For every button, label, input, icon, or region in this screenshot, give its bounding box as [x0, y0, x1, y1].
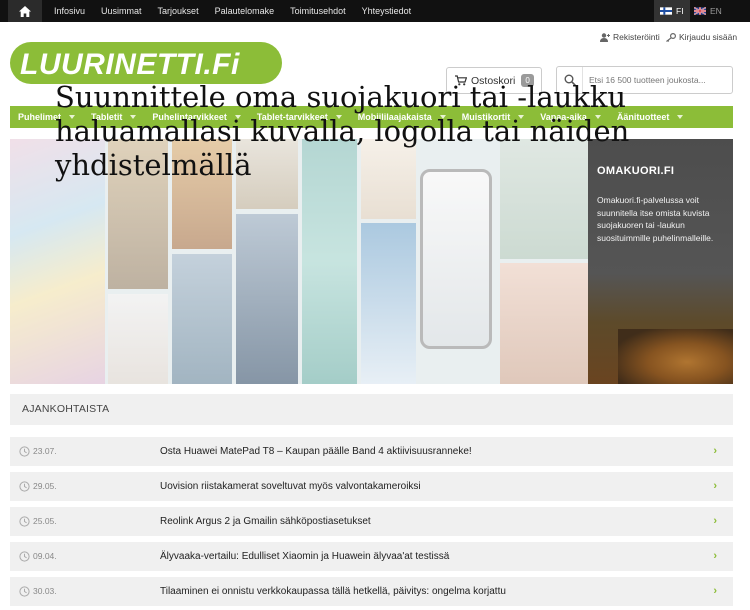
topnav-link-uusimmat[interactable]: Uusimmat: [93, 0, 150, 22]
clock-icon: [19, 446, 30, 457]
caret-down-icon: [594, 115, 601, 119]
register-label: Rekisteröinti: [613, 32, 660, 42]
category-label: Muistikortit: [461, 112, 511, 122]
caret-down-icon: [130, 115, 137, 119]
clock-icon: [19, 481, 30, 492]
category-aanituotteet[interactable]: Äänituotteet: [609, 106, 692, 128]
language-en-button[interactable]: EN: [694, 0, 722, 22]
category-label: Tablet-tarvikkeet: [256, 112, 328, 122]
topnav-link-tarjoukset[interactable]: Tarjoukset: [150, 0, 207, 22]
search-icon: [564, 74, 576, 86]
search-box: [556, 66, 733, 94]
news-heading: AJANKOHTAISTA: [10, 394, 733, 425]
cart-icon: [455, 75, 467, 86]
login-link[interactable]: Kirjaudu sisään: [666, 32, 737, 42]
news-title: Uovision riistakamerat soveltuvat myös v…: [160, 481, 421, 492]
news-date: 23.07.: [33, 446, 57, 456]
panel-title: OMAKUORI.FI: [597, 165, 675, 177]
news-date: 09.04.: [33, 551, 57, 561]
category-tabletit[interactable]: Tabletit: [83, 106, 144, 128]
topnav-link-infosivu[interactable]: Infosivu: [46, 0, 93, 22]
top-bar: Infosivu Uusimmat Tarjoukset Palauteloma…: [0, 0, 750, 22]
news-list: 23.07. Osta Huawei MatePad T8 – Kaupan p…: [10, 437, 733, 610]
language-fi-label: FI: [676, 6, 684, 16]
caret-down-icon: [335, 115, 342, 119]
category-puhelimet[interactable]: Puhelimet: [10, 106, 83, 128]
topnav-link-toimitusehdot[interactable]: Toimitusehdot: [282, 0, 354, 22]
cart-label: Ostoskori: [471, 74, 516, 87]
clock-icon: [19, 551, 30, 562]
omakuori-panel[interactable]: OMAKUORI.FI Omakuori.fi-palvelussa voit …: [588, 139, 733, 384]
banner-overlay: [10, 139, 588, 384]
language-en-label: EN: [710, 6, 722, 16]
category-label: Mobiililaajakaista: [357, 112, 432, 122]
category-label: Puhelintarvikkeet: [152, 112, 227, 122]
news-date: 30.03.: [33, 586, 57, 596]
news-title: Osta Huawei MatePad T8 – Kaupan päälle B…: [160, 446, 472, 457]
cart-button[interactable]: Ostoskori 0: [446, 67, 542, 94]
clock-icon: [19, 586, 30, 597]
news-item[interactable]: 23.07. Osta Huawei MatePad T8 – Kaupan p…: [10, 437, 733, 466]
news-title: Älyvaaka-vertailu: Edulliset Xiaomin ja …: [160, 551, 450, 562]
category-puhelintarvikkeet[interactable]: Puhelintarvikkeet: [144, 106, 249, 128]
news-title: Reolink Argus 2 ja Gmailin sähköpostiase…: [160, 516, 371, 527]
login-label: Kirjaudu sisään: [679, 32, 738, 42]
category-muistikortit[interactable]: Muistikortit: [454, 106, 533, 128]
finland-flag-icon: [660, 7, 672, 15]
news-item[interactable]: 25.05. Reolink Argus 2 ja Gmailin sähköp…: [10, 507, 733, 536]
home-button[interactable]: [8, 0, 42, 22]
category-label: Vapaa-aika: [540, 112, 587, 122]
chevron-right-icon: ›: [713, 515, 717, 527]
news-date: 29.05.: [33, 481, 57, 491]
news-title: Tilaaminen ei onnistu verkkokaupassa täl…: [160, 586, 506, 597]
category-label: Puhelimet: [18, 112, 62, 122]
category-tablet-tarvikkeet[interactable]: Tablet-tarvikkeet: [249, 106, 350, 128]
news-item[interactable]: 29.05. Uovision riistakamerat soveltuvat…: [10, 472, 733, 501]
topnav-link-yhteystiedot[interactable]: Yhteystiedot: [354, 0, 420, 22]
news-item[interactable]: 30.03. Tilaaminen ei onnistu verkkokaupa…: [10, 577, 733, 606]
panel-text: Omakuori.fi-palvelussa voit suunnitella …: [597, 195, 714, 243]
caret-down-icon: [518, 115, 525, 119]
home-icon: [19, 5, 31, 17]
logo-text: LUURINETTI.Fi: [20, 48, 240, 81]
cart-count-badge: 0: [521, 74, 534, 87]
uk-flag-icon: [694, 7, 706, 15]
news-date: 25.05.: [33, 516, 57, 526]
hero-banner[interactable]: [10, 139, 588, 384]
caret-down-icon: [439, 115, 446, 119]
top-nav: Infosivu Uusimmat Tarjoukset Palauteloma…: [46, 0, 419, 22]
chevron-right-icon: ›: [713, 480, 717, 492]
chevron-right-icon: ›: [713, 585, 717, 597]
register-link[interactable]: Rekisteröinti: [600, 32, 660, 42]
tiger-image: [618, 329, 733, 384]
category-label: Tabletit: [91, 112, 123, 122]
caret-down-icon: [234, 115, 241, 119]
chevron-right-icon: ›: [713, 550, 717, 562]
chevron-right-icon: ›: [713, 445, 717, 457]
caret-down-icon: [677, 115, 684, 119]
topnav-link-palautelomake[interactable]: Palautelomake: [207, 0, 283, 22]
clock-icon: [19, 516, 30, 527]
search-input[interactable]: [583, 75, 731, 85]
site-logo[interactable]: LUURINETTI.Fi: [10, 42, 282, 84]
user-add-icon: [600, 32, 610, 42]
news-item[interactable]: 09.04. Älyvaaka-vertailu: Edulliset Xiao…: [10, 542, 733, 571]
key-icon: [666, 32, 676, 42]
category-label: Äänituotteet: [616, 112, 670, 122]
language-fi-button[interactable]: FI: [654, 0, 690, 22]
search-button[interactable]: [557, 67, 583, 93]
category-mobiililaajakaista[interactable]: Mobiililaajakaista: [350, 106, 454, 128]
category-vapaa-aika[interactable]: Vapaa-aika: [532, 106, 609, 128]
category-nav: Puhelimet Tabletit Puhelintarvikkeet Tab…: [10, 106, 733, 128]
caret-down-icon: [69, 115, 76, 119]
